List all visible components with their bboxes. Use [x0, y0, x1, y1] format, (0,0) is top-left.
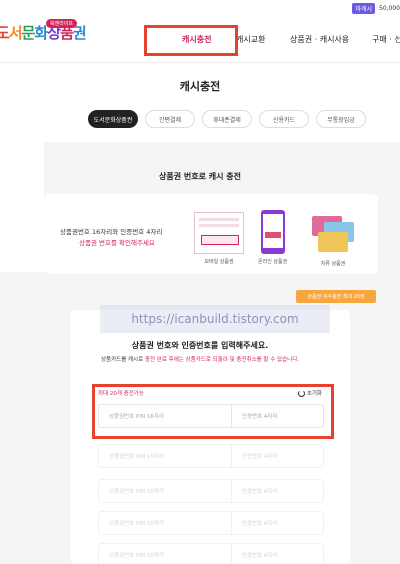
voucher-info-card: 상품권번호 16자리와 인증번호 4자리 상품권 번호를 확인해주세요 모바일 …	[44, 194, 378, 274]
voucher-label: 온라인 상품권	[258, 259, 288, 265]
form-title: 상품권 번호와 인증번호를 입력해주세요.	[131, 341, 269, 350]
nav-item-purchase[interactable]: 구매 · 선	[372, 34, 400, 45]
charge-tabs: 도서문화상품권 간편결제 휴대폰결제 신용카드 무통장입금	[88, 110, 366, 128]
online-voucher-image	[260, 210, 285, 254]
mobile-voucher-image	[194, 212, 244, 254]
pin-input[interactable]: 상품권번호 PIN 16자리	[99, 512, 232, 534]
paper-voucher-image	[310, 212, 356, 256]
voucher-entry-row: 상품권번호 PIN 16자리 인증번호 4자리	[98, 543, 324, 564]
form-note-warning: 충전 완료 후에는 상품카드로 되돌려 및 충전취소를 할 수 없습니다.	[144, 357, 300, 363]
highlight-box-nav	[144, 25, 238, 56]
voucher-entry-row: 상품권번호 PIN 16자리 인증번호 4자리	[98, 444, 324, 468]
pin-input[interactable]: 상품권번호 PIN 16자리	[99, 445, 232, 467]
header-divider	[0, 62, 400, 63]
top-utility: 마캐시 50,000	[352, 3, 400, 14]
page-title: 캐시충전	[179, 80, 221, 93]
watermark: https://icanbuild.tistory.com	[100, 305, 330, 333]
content-left-panel	[0, 142, 44, 272]
auth-code-input[interactable]: 인증번호 4자리	[232, 544, 323, 564]
form-note-prefix: 상품카드를 캐시로	[100, 357, 145, 363]
tab-mobile-pay[interactable]: 휴대폰결제	[202, 110, 252, 128]
section-title: 상품권 번호로 캐시 충전	[159, 172, 241, 181]
form-note: 상품카드를 캐시로 충전 완료 후에는 상품카드로 되돌려 및 충전취소를 할 …	[0, 355, 400, 363]
logo-badge: 북앤라이프	[46, 19, 78, 28]
tab-easy-pay[interactable]: 간편결제	[145, 110, 195, 128]
voucher-entry-row: 상품권번호 PIN 16자리 인증번호 4자리	[98, 511, 324, 535]
pin-input[interactable]: 상품권번호 PIN 16자리	[99, 480, 232, 502]
multi-charge-badge: 상품권 복수충전 최대 20장	[296, 290, 376, 303]
voucher-mobile[interactable]: 모바일 상품권	[194, 212, 244, 265]
info-instruction: 상품권번호 16자리와 인증번호 4자리	[60, 228, 163, 236]
cash-badge: 마캐시	[352, 3, 375, 14]
voucher-entry-row: 상품권번호 PIN 16자리 인증번호 4자리	[98, 479, 324, 503]
pin-input[interactable]: 상품권번호 PIN 16자리	[99, 544, 232, 564]
voucher-label: 지류 상품권	[320, 261, 346, 267]
nav-item-cash-exchange[interactable]: 캐시교환	[236, 34, 265, 45]
tab-bank-transfer[interactable]: 무통장입금	[316, 110, 366, 128]
tab-book-voucher[interactable]: 도서문화상품권	[88, 110, 138, 128]
auth-code-input[interactable]: 인증번호 4자리	[232, 480, 323, 502]
info-check-link[interactable]: 상품권 번호를 확인해주세요	[79, 237, 155, 247]
highlight-box-entry	[92, 384, 334, 439]
cash-amount: 50,000	[379, 5, 400, 12]
voucher-paper[interactable]: 지류 상품권	[310, 212, 356, 267]
voucher-online[interactable]: 온라인 상품권	[258, 210, 287, 265]
auth-code-input[interactable]: 인증번호 4자리	[232, 445, 323, 467]
auth-code-input[interactable]: 인증번호 4자리	[232, 512, 323, 534]
voucher-label: 모바일 상품권	[204, 259, 234, 265]
tab-credit-card[interactable]: 신용카드	[259, 110, 309, 128]
nav-item-voucher-use[interactable]: 상품권 · 캐시사용	[290, 34, 349, 45]
